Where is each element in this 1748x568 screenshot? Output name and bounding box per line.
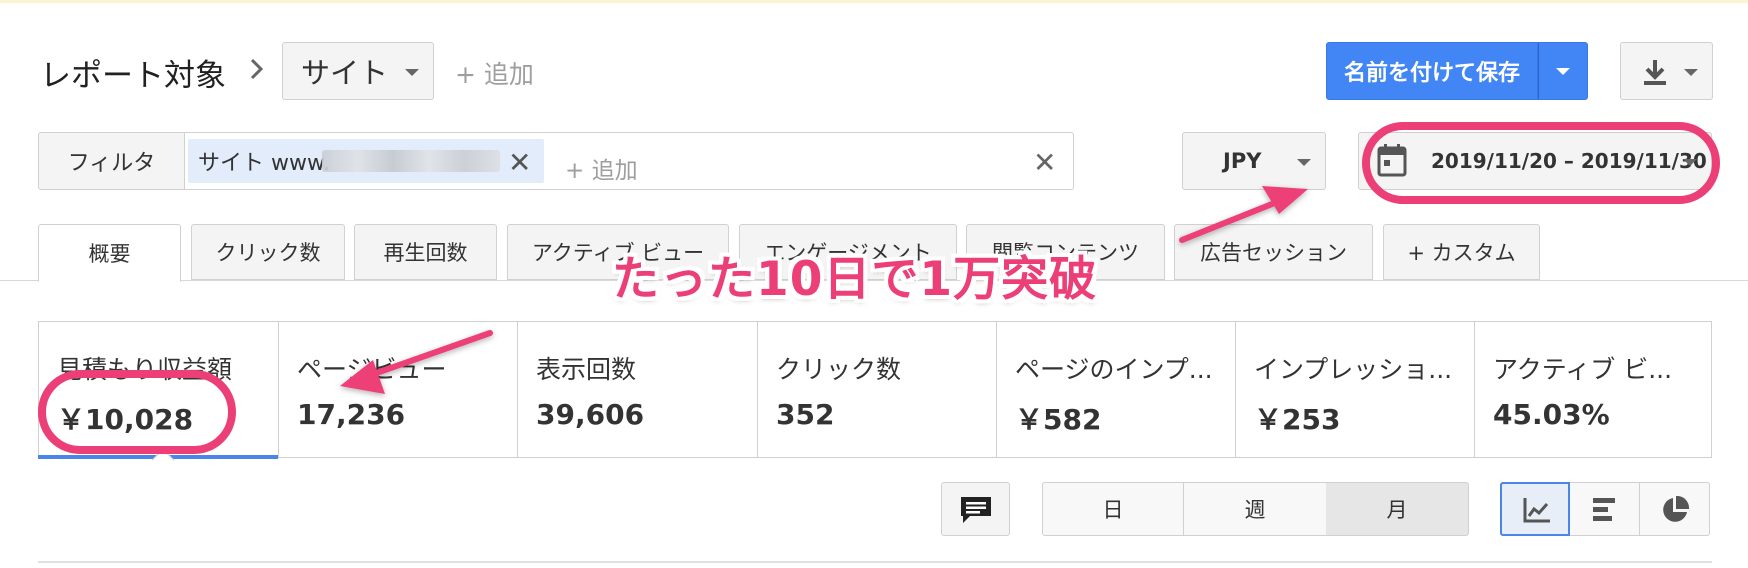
save-as-button[interactable]: 名前を付けて保存 <box>1326 42 1538 100</box>
dimension-dropdown[interactable]: サイト <box>282 42 434 100</box>
tab-custom[interactable]: + カスタム <box>1383 224 1540 280</box>
tab-clicks[interactable]: クリック数 <box>191 224 345 280</box>
add-dimension-link[interactable]: + 追加 <box>455 55 534 91</box>
bar-chart-icon <box>1593 498 1615 521</box>
metric-label: クリック数 <box>776 355 902 384</box>
currency-label: JPY <box>1223 149 1262 173</box>
metric-card-impression-rpm[interactable]: インプレッショ... ￥253 <box>1236 322 1475 457</box>
download-button[interactable] <box>1620 42 1713 100</box>
metric-card-impressions[interactable]: 表示回数 39,606 <box>518 322 758 457</box>
comment-button[interactable] <box>941 482 1010 536</box>
date-highlight-circle <box>1362 122 1720 204</box>
period-day-button[interactable]: 日 <box>1042 482 1184 536</box>
download-icon <box>1644 60 1666 85</box>
metrics-row: 見積もり収益額 ￥10,028 ページビュー 17,236 表示回数 39,60… <box>38 321 1712 458</box>
clear-filter-icon[interactable]: ✕ <box>1033 146 1056 179</box>
metric-value: 45.03% <box>1493 398 1610 431</box>
redacted-site-name <box>322 150 500 172</box>
caret-down-icon <box>1684 69 1698 76</box>
line-chart-button[interactable] <box>1500 482 1570 536</box>
currency-dropdown[interactable]: JPY <box>1182 132 1326 190</box>
bar-chart-button[interactable] <box>1570 482 1640 536</box>
period-week-button[interactable]: 週 <box>1184 482 1327 536</box>
chevron-right-icon <box>250 58 264 80</box>
metric-card-active-view[interactable]: アクティブ ビ... 45.03% <box>1475 322 1711 457</box>
caret-down-icon <box>405 69 419 76</box>
metric-label: ページのインプ... <box>1015 355 1213 384</box>
pie-chart-icon <box>1663 495 1690 522</box>
metric-label: ページビュー <box>297 355 447 384</box>
caret-down-icon <box>1556 68 1570 75</box>
line-chart-icon <box>1523 498 1550 523</box>
annotation-text: たった10日で1万突破 <box>612 252 1098 307</box>
dimension-dropdown-label: サイト <box>301 56 389 90</box>
add-filter-link[interactable]: + 追加 <box>565 151 638 185</box>
metric-value: 39,606 <box>536 398 645 431</box>
metric-label: 表示回数 <box>536 355 637 384</box>
tab-ad-sessions[interactable]: 広告セッション <box>1174 224 1373 280</box>
pie-chart-button[interactable] <box>1640 482 1710 536</box>
save-options-dropdown[interactable] <box>1538 42 1588 100</box>
report-target-label: レポート対象 <box>40 58 226 94</box>
comment-icon <box>961 497 991 523</box>
close-icon[interactable]: ✕ <box>508 146 531 179</box>
filter-chip-label: サイト www. <box>198 151 330 176</box>
metric-value: 17,236 <box>297 398 406 431</box>
metric-card-page-rpm[interactable]: ページのインプ... ￥582 <box>997 322 1236 457</box>
metric-label: アクティブ ビ... <box>1493 355 1673 384</box>
tab-overview[interactable]: 概要 <box>38 224 181 282</box>
section-divider <box>38 561 1712 563</box>
metric-value: 352 <box>776 398 835 431</box>
filter-button[interactable]: フィルタ <box>38 132 185 190</box>
metric-label: インプレッショ... <box>1254 355 1453 384</box>
tab-views[interactable]: 再生回数 <box>354 224 497 280</box>
metric-card-clicks[interactable]: クリック数 352 <box>758 322 997 457</box>
metric-card-pageviews[interactable]: ページビュー 17,236 <box>279 322 518 457</box>
period-month-button[interactable]: 月 <box>1326 482 1469 536</box>
caret-down-icon <box>1297 159 1311 166</box>
metric-value: ￥253 <box>1254 403 1341 436</box>
top-border <box>0 0 1748 3</box>
revenue-highlight-circle <box>38 370 236 454</box>
metric-value: ￥582 <box>1015 403 1102 436</box>
